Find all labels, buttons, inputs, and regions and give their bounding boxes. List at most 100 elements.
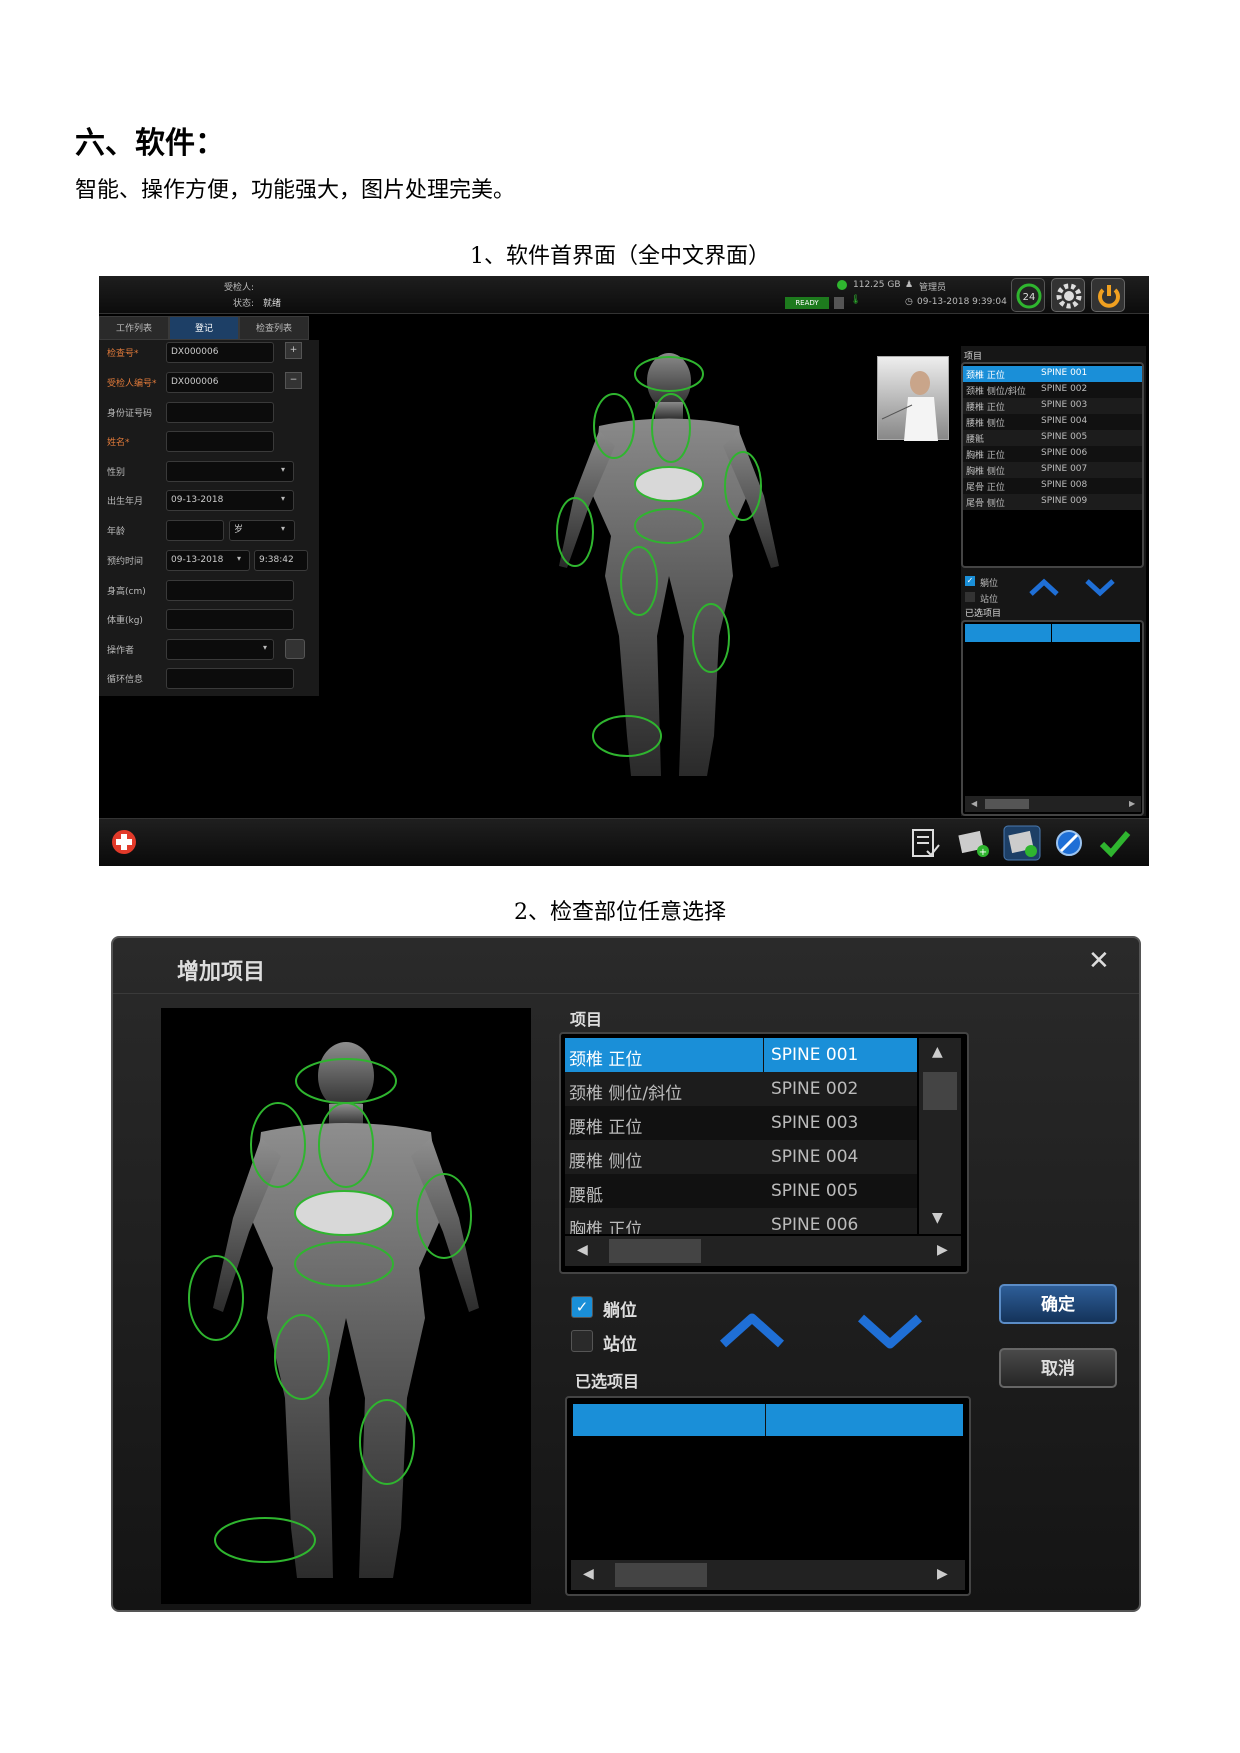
items-table: 颈椎 正位 SPINE 001 颈椎 侧位/斜位 SPINE 002 腰椎 正位 SP… [559,1032,969,1274]
tab-exam-list[interactable]: 检查列表 [239,316,309,340]
chevron-down-icon: ▾ [281,465,286,474]
id-card-field[interactable] [166,402,274,423]
move-down-button[interactable] [855,1308,925,1352]
table-row[interactable]: 腰骶 SPINE 005 [963,430,1142,446]
table-row[interactable]: 腰椎 侧位 SPINE 004 [963,414,1142,430]
scroll-thumb[interactable] [985,799,1029,809]
age-field[interactable] [166,520,224,541]
power-button[interactable] [1091,278,1125,312]
disk-icon [837,280,847,290]
name-field[interactable] [166,431,274,452]
standing-checkbox[interactable] [571,1330,593,1352]
form-row: 体重(kg) [99,607,319,631]
cancel-button[interactable]: 取消 [999,1348,1117,1388]
add-series-button[interactable] [1003,825,1041,861]
lying-checkbox[interactable]: ✓ [965,576,975,586]
table-row[interactable]: 尾骨 侧位 SPINE 009 [963,494,1142,510]
table-row[interactable]: 腰骶 SPINE 005 [565,1174,917,1208]
tab-worklist[interactable]: 工作列表 [99,316,169,340]
power-icon [1098,285,1120,308]
table-row-selected[interactable]: 颈椎 正位 SPINE 001 [565,1038,917,1072]
items-title: 项目 [964,352,983,362]
history-24-button[interactable]: 24 [1011,278,1045,312]
body-map [188,1042,479,1578]
table-row[interactable]: 颈椎 侧位/斜位 SPINE 002 [565,1072,917,1106]
patient-id-field[interactable]: DX000006 [166,372,274,393]
horizontal-scrollbar[interactable]: ◀ ▶ [965,796,1141,812]
table-row-selected[interactable]: 颈椎 正位 SPINE 001 [963,366,1142,382]
birth-date-field[interactable]: 09-13-2018 [166,490,294,511]
scroll-left-icon[interactable]: ◀ [577,1242,588,1258]
move-down-button[interactable] [1083,576,1117,598]
add-item-dialog: 增加项目 ✕ 项目 颈椎 正位 SPINE 001 颈椎 侧位/斜位 SPINE… [111,936,1141,1612]
selected-table: ◀ ▶ [961,620,1144,816]
standing-checkbox[interactable] [965,592,975,602]
scroll-down-icon[interactable]: ▼ [932,1210,943,1226]
scroll-thumb[interactable] [615,1563,707,1587]
form-row: 年龄 岁 ▾ [99,518,319,542]
field-label: 性别 [107,468,126,478]
scroll-right-icon[interactable]: ▶ [937,1242,948,1258]
lying-label: 躺位 [980,579,999,589]
ok-button[interactable]: 确定 [999,1284,1117,1324]
table-row[interactable]: 胸椎 正位 SPINE 006 [963,446,1142,462]
horizontal-scrollbar[interactable]: ◀ ▶ [571,1560,965,1590]
horizontal-scrollbar[interactable]: ◀ ▶ [565,1236,961,1266]
add-image-button[interactable]: + [957,827,991,859]
field-label: 身高(cm) [107,587,146,597]
lying-checkbox[interactable]: ✓ [571,1296,593,1318]
vertical-scrollbar[interactable]: ▲ ▼ [919,1038,961,1234]
scroll-left-icon[interactable]: ◀ [583,1566,594,1582]
operator-button[interactable] [285,639,305,659]
operator-select[interactable] [166,639,274,660]
remove-button[interactable]: − [285,372,302,389]
item-name: 胸椎 侧位 [966,467,1005,477]
table-row[interactable]: 胸椎 侧位 SPINE 007 [963,462,1142,478]
confirm-button[interactable] [1097,825,1133,861]
region-abdomen[interactable] [634,466,704,502]
gear-icon [1056,283,1082,309]
form-row: 预约时间 09-13-2018 ▾ 9:38:42 [99,548,319,572]
cancel-exam-button[interactable] [1053,827,1085,859]
height-field[interactable] [166,580,294,601]
gender-select[interactable] [166,461,294,482]
worklist-check-button[interactable] [909,827,941,859]
item-name: 尾骨 侧位 [966,499,1005,509]
item-code: SPINE 001 [1041,368,1088,378]
table-row[interactable]: 胸椎 正位 SPINE 006 [565,1208,917,1234]
appointment-time-field[interactable]: 9:38:42 [254,550,308,571]
item-name: 颈椎 正位 [569,1050,643,1070]
scroll-thumb[interactable] [923,1072,957,1110]
item-code: SPINE 002 [771,1079,859,1099]
scroll-right-icon[interactable]: ▶ [1129,799,1135,808]
cycle-info-field[interactable] [166,668,294,689]
tab-register[interactable]: 登记 [169,316,239,340]
scroll-up-icon[interactable]: ▲ [932,1044,943,1060]
region-abdomen[interactable] [294,1190,394,1236]
settings-button[interactable] [1051,278,1085,312]
temperature-icon: 🌡 [850,295,862,305]
item-code: SPINE 004 [771,1147,859,1167]
table-row[interactable]: 尾骨 正位 SPINE 008 [963,478,1142,494]
table-row[interactable]: 颈椎 侧位/斜位 SPINE 002 [963,382,1142,398]
scroll-thumb[interactable] [609,1239,701,1263]
svg-text:24: 24 [1023,292,1036,303]
scroll-right-icon[interactable]: ▶ [937,1566,948,1582]
move-up-button[interactable] [717,1308,787,1352]
age-unit-select[interactable]: 岁 [229,520,295,541]
item-code: SPINE 009 [1041,496,1088,506]
emergency-button[interactable] [111,829,137,855]
table-row[interactable]: 腰椎 侧位 SPINE 004 [565,1140,917,1174]
add-button[interactable]: + [285,342,302,359]
clock-icon: ◷ [905,297,913,307]
weight-field[interactable] [166,609,294,630]
device-icon [834,297,844,309]
scroll-left-icon[interactable]: ◀ [971,799,977,808]
move-up-button[interactable] [1027,576,1061,598]
table-row[interactable]: 腰椎 正位 SPINE 003 [565,1106,917,1140]
exam-id-field[interactable]: DX000006 [166,342,274,363]
table-row[interactable]: 腰椎 正位 SPINE 003 [963,398,1142,414]
items-panel: 项目 颈椎 正位 SPINE 001 颈椎 侧位/斜位 SPINE 002 腰椎 正… [961,346,1146,816]
close-icon[interactable]: ✕ [1088,946,1110,976]
item-code: SPINE 007 [1041,464,1088,474]
